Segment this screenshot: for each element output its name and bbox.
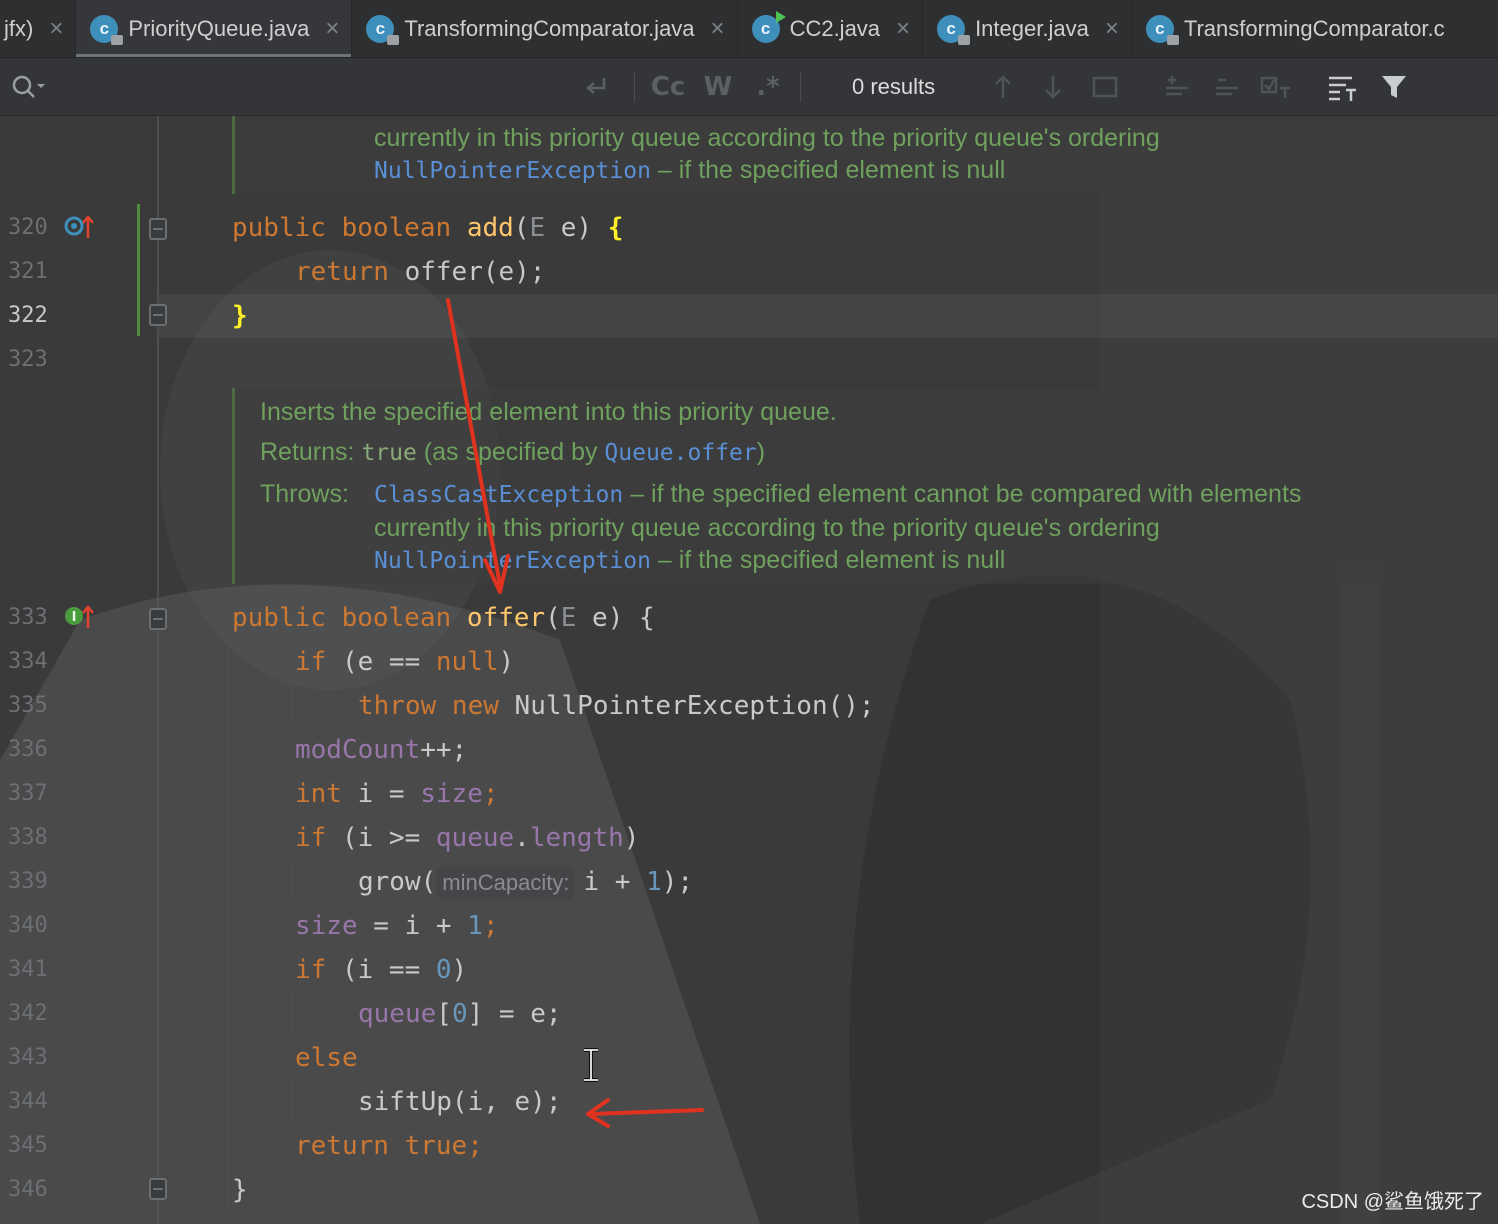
find-bar: Cc W .* 0 results (0, 58, 1498, 116)
code-line-321: return offer(e); (295, 257, 546, 287)
line-number: 322 (8, 303, 48, 328)
implements-method-icon[interactable] (64, 212, 96, 242)
close-icon[interactable]: × (325, 15, 339, 43)
line-number: 339 (8, 869, 48, 894)
previous-occurrence-icon[interactable] (990, 58, 1016, 116)
close-icon[interactable]: × (49, 15, 63, 43)
line-number: 344 (8, 1089, 48, 1114)
doc-link[interactable]: NullPointerException (374, 158, 651, 184)
line-number: 323 (8, 347, 48, 372)
watermark: CSDN @鲨鱼饿死了 (1301, 1191, 1484, 1213)
code-line-346: } (232, 1175, 248, 1205)
code-line-335: throw new NullPointerException(); (358, 691, 875, 721)
code-editor[interactable]: currently in this priority queue accordi… (0, 116, 1498, 1224)
close-icon[interactable]: × (711, 15, 725, 43)
doc-text: currently in this priority queue accordi… (374, 514, 1160, 542)
line-number: 340 (8, 913, 48, 938)
tab-label: TransformingComparator.c (1183, 16, 1445, 41)
doc-returns: Returns: true (as specified by Queue.off… (260, 438, 766, 466)
code-line-345: return true; (295, 1131, 483, 1161)
code-line-343: else (295, 1043, 358, 1073)
add-occurrence-icon[interactable] (1160, 58, 1194, 116)
code-line-333: public boolean offer(E e) { (232, 603, 655, 633)
editor-tab-bar: jfx) × c PriorityQueue.java × c Transfor… (0, 0, 1498, 58)
current-line-highlight (159, 294, 1498, 338)
code-line-336: modCount++; (295, 735, 468, 765)
line-number: 342 (8, 1001, 48, 1026)
runnable-class-icon: c (751, 11, 786, 43)
doc-text: currently in this priority queue accordi… (374, 124, 1160, 152)
line-number: 333 (8, 605, 48, 630)
line-number: 341 (8, 957, 48, 982)
select-all-occurrences-icon[interactable] (1090, 58, 1120, 116)
tab-integer[interactable]: c Integer.java × (923, 0, 1132, 57)
parameter-hint: minCapacity: (436, 867, 576, 899)
code-line-344: siftUp(i, e); (358, 1087, 562, 1117)
line-number: 335 (8, 693, 48, 718)
tab-label: jfx) (4, 16, 34, 41)
code-line-342: queue[0] = e; (358, 999, 562, 1029)
javadoc-add: currently in this priority queue accordi… (232, 116, 1498, 194)
tab-partial[interactable]: jfx) × (0, 0, 77, 57)
remove-occurrence-icon[interactable] (1210, 58, 1244, 116)
select-occurrences-icon[interactable] (1258, 58, 1294, 116)
new-line-icon[interactable] (580, 58, 616, 116)
tab-label: TransformingComparator.java (404, 16, 695, 41)
search-icon[interactable] (8, 58, 48, 116)
tab-label: PriorityQueue.java (128, 16, 310, 41)
class-icon: c (1145, 15, 1179, 45)
svg-text:I: I (72, 610, 77, 625)
javadoc-offer: Inserts the specified element into this … (232, 388, 1498, 584)
doc-text: NullPointerException – if the specified … (374, 156, 1006, 184)
match-case-toggle[interactable]: Cc (648, 58, 688, 116)
doc-summary: Inserts the specified element into this … (260, 398, 837, 426)
code-line-338: if (i >= queue.length) (295, 823, 640, 853)
fold-marker[interactable] (149, 304, 167, 326)
code-line-341: if (i == 0) (295, 955, 468, 985)
line-number: 336 (8, 737, 48, 762)
next-occurrence-icon[interactable] (1040, 58, 1066, 116)
tab-label: Integer.java (975, 16, 1089, 41)
filter-icon[interactable] (1378, 58, 1410, 116)
fold-marker[interactable] (149, 1178, 167, 1200)
class-icon: c (937, 15, 971, 45)
line-number: 337 (8, 781, 48, 806)
doc-throws-cce: ClassCastException – if the specified el… (374, 480, 1302, 508)
line-number: 338 (8, 825, 48, 850)
tab-label: CC2.java (789, 16, 881, 41)
filter-lines-icon[interactable] (1324, 58, 1360, 116)
doc-throws-label: Throws: (260, 480, 349, 508)
doc-link[interactable]: Queue.offer (604, 440, 756, 466)
close-icon[interactable]: × (1105, 15, 1119, 43)
line-number: 334 (8, 649, 48, 674)
fold-marker[interactable] (149, 608, 167, 630)
class-icon: c (366, 15, 400, 45)
line-number: 346 (8, 1177, 48, 1202)
tab-cc2[interactable]: c CC2.java × (738, 0, 924, 57)
code-line-320: public boolean add(E e) { (232, 213, 624, 243)
overrides-method-icon[interactable]: I (64, 602, 96, 632)
code-line-339: grow(minCapacity: i + 1); (358, 867, 694, 899)
fold-marker[interactable] (149, 218, 167, 240)
tab-transformingcomparator[interactable]: c TransformingComparator.java × (352, 0, 738, 57)
line-number: 343 (8, 1045, 48, 1070)
class-icon: c (90, 15, 124, 45)
doc-link[interactable]: ClassCastException (374, 482, 623, 508)
code-line-322: } (232, 301, 248, 331)
code-line-340: size = i + 1; (295, 911, 499, 941)
line-number: 321 (8, 259, 48, 284)
close-icon[interactable]: × (896, 15, 910, 43)
code-line-334: if (e == null) (295, 647, 515, 677)
tab-priorityqueue[interactable]: c PriorityQueue.java × (76, 0, 353, 57)
whole-words-toggle[interactable]: W (700, 58, 736, 116)
code-line-337: int i = size; (295, 779, 499, 809)
vcs-change-marker[interactable] (137, 204, 140, 336)
doc-throws-npe: NullPointerException – if the specified … (374, 546, 1006, 574)
tab-transformingcomparator-class[interactable]: c TransformingComparator.c (1132, 0, 1457, 57)
regex-toggle[interactable]: .* (750, 58, 786, 116)
line-number: 320 (8, 215, 48, 240)
search-results-count: 0 results (852, 74, 936, 99)
doc-link[interactable]: NullPointerException (374, 548, 651, 574)
line-number: 345 (8, 1133, 48, 1158)
